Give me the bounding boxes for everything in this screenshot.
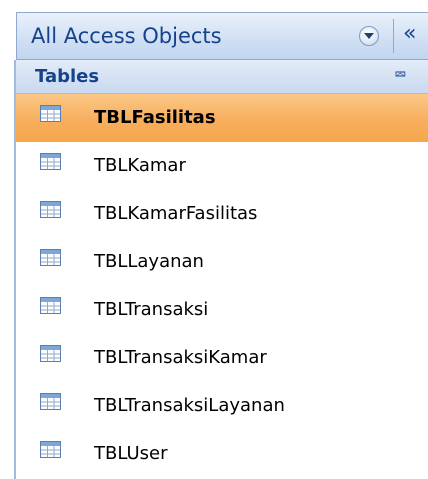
table-name: TBLLayanan <box>94 251 204 272</box>
list-item[interactable]: TBLFasilitas <box>16 94 428 142</box>
navigation-pane: All Access Objects « Tables ⮹ TBLFasilit… <box>0 0 428 479</box>
chevron-down-circle-icon[interactable] <box>359 26 379 46</box>
list-item[interactable]: TBLLayanan <box>16 238 428 286</box>
group-title: Tables <box>35 66 100 87</box>
table-name: TBLKamar <box>94 155 186 176</box>
list-item[interactable]: TBLTransaksiLayanan <box>16 382 428 430</box>
nav-pane-title: All Access Objects <box>31 24 222 48</box>
table-icon <box>40 345 61 362</box>
cropped-top-strip <box>0 0 428 12</box>
table-name: TBLFasilitas <box>94 107 216 128</box>
table-icon <box>40 201 61 218</box>
nav-pane-header[interactable]: All Access Objects « <box>16 12 428 60</box>
double-chevron-left-icon[interactable]: « <box>403 21 416 47</box>
table-icon <box>40 297 61 314</box>
group-header-tables[interactable]: Tables ⮹ <box>16 60 428 94</box>
table-icon <box>40 393 61 410</box>
table-name: TBLTransaksiKamar <box>94 347 267 368</box>
table-icon <box>40 105 61 122</box>
list-item[interactable]: TBLUser <box>16 430 428 478</box>
list-item[interactable]: TBLKamarFasilitas <box>16 190 428 238</box>
table-name: TBLUser <box>94 443 168 464</box>
double-chevron-up-icon[interactable]: ⮹ <box>394 64 407 86</box>
list-item[interactable]: TBLKamar <box>16 142 428 190</box>
table-name: TBLTransaksiLayanan <box>94 395 285 416</box>
list-item[interactable]: TBLTransaksiKamar <box>16 334 428 382</box>
header-divider <box>393 19 394 53</box>
table-name: TBLTransaksi <box>94 299 209 320</box>
table-icon <box>40 249 61 266</box>
table-icon <box>40 441 61 458</box>
table-list: TBLFasilitas TBLKamar TBLKamarFasilitas … <box>16 94 428 478</box>
table-name: TBLKamarFasilitas <box>94 203 258 224</box>
list-item[interactable]: TBLTransaksi <box>16 286 428 334</box>
table-icon <box>40 153 61 170</box>
